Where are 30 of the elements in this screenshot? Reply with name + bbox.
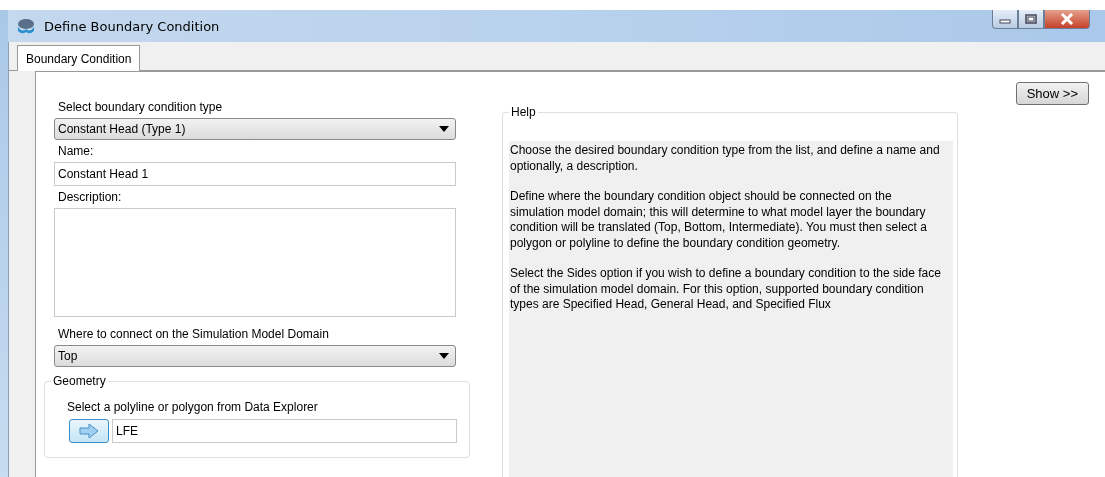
- help-paragraph: Select the Sides option if you wish to define a boundary condition to the side face of the simulation model domain. For this option, supported boundary condition types are Specified Head, General Head, and Specified Flux: [510, 266, 942, 313]
- close-icon: [1060, 13, 1074, 25]
- dropdown[interactable]: Constant Head (Type 1): [54, 118, 456, 140]
- field-label: Where to connect on the Simulation Model Domain: [58, 327, 330, 341]
- help-paragraph: Choose the desired boundary condition type from the list, and define a name and optionally, a description.: [510, 143, 941, 174]
- close-button[interactable]: [1044, 10, 1090, 29]
- caret-icon: [439, 126, 449, 132]
- arrow-icon: [79, 424, 99, 438]
- minimize-button[interactable]: [992, 10, 1018, 29]
- help-paragraph: Define where the boundary condition object should be connected on the simulation model domain; this will determine to what model layer the boundary condition will be translated (Top, Bottom, Intermediate). You must then select a polygon or polyline to define the boundary condition geometry.: [510, 189, 928, 251]
- field-label: Description:: [58, 190, 123, 204]
- app-icon: [16, 17, 36, 35]
- field-label: Select a polyline or polygon from Data Explorer: [67, 400, 319, 414]
- group-title: Help: [509, 105, 538, 119]
- caret-icon: [439, 353, 449, 359]
- dropdown-value: Top: [58, 349, 79, 363]
- geometry-field[interactable]: LFE: [112, 419, 457, 443]
- maximize-icon: [1025, 14, 1037, 24]
- description-field[interactable]: [54, 208, 456, 317]
- tab[interactable]: Boundary Condition: [17, 45, 141, 71]
- field-label: Name:: [58, 144, 95, 158]
- dropdown[interactable]: Top: [54, 345, 456, 367]
- pick-button[interactable]: [69, 419, 109, 443]
- field-label: Select boundary condition type: [58, 100, 224, 114]
- window-title: Define Boundary Condition: [44, 18, 220, 34]
- group-title: Geometry: [51, 374, 108, 388]
- maximize-button[interactable]: [1018, 10, 1044, 29]
- name-field[interactable]: Constant Head 1: [54, 162, 456, 186]
- show-button[interactable]: Show >>: [1015, 82, 1089, 105]
- dropdown-value: Constant Head (Type 1): [58, 122, 187, 136]
